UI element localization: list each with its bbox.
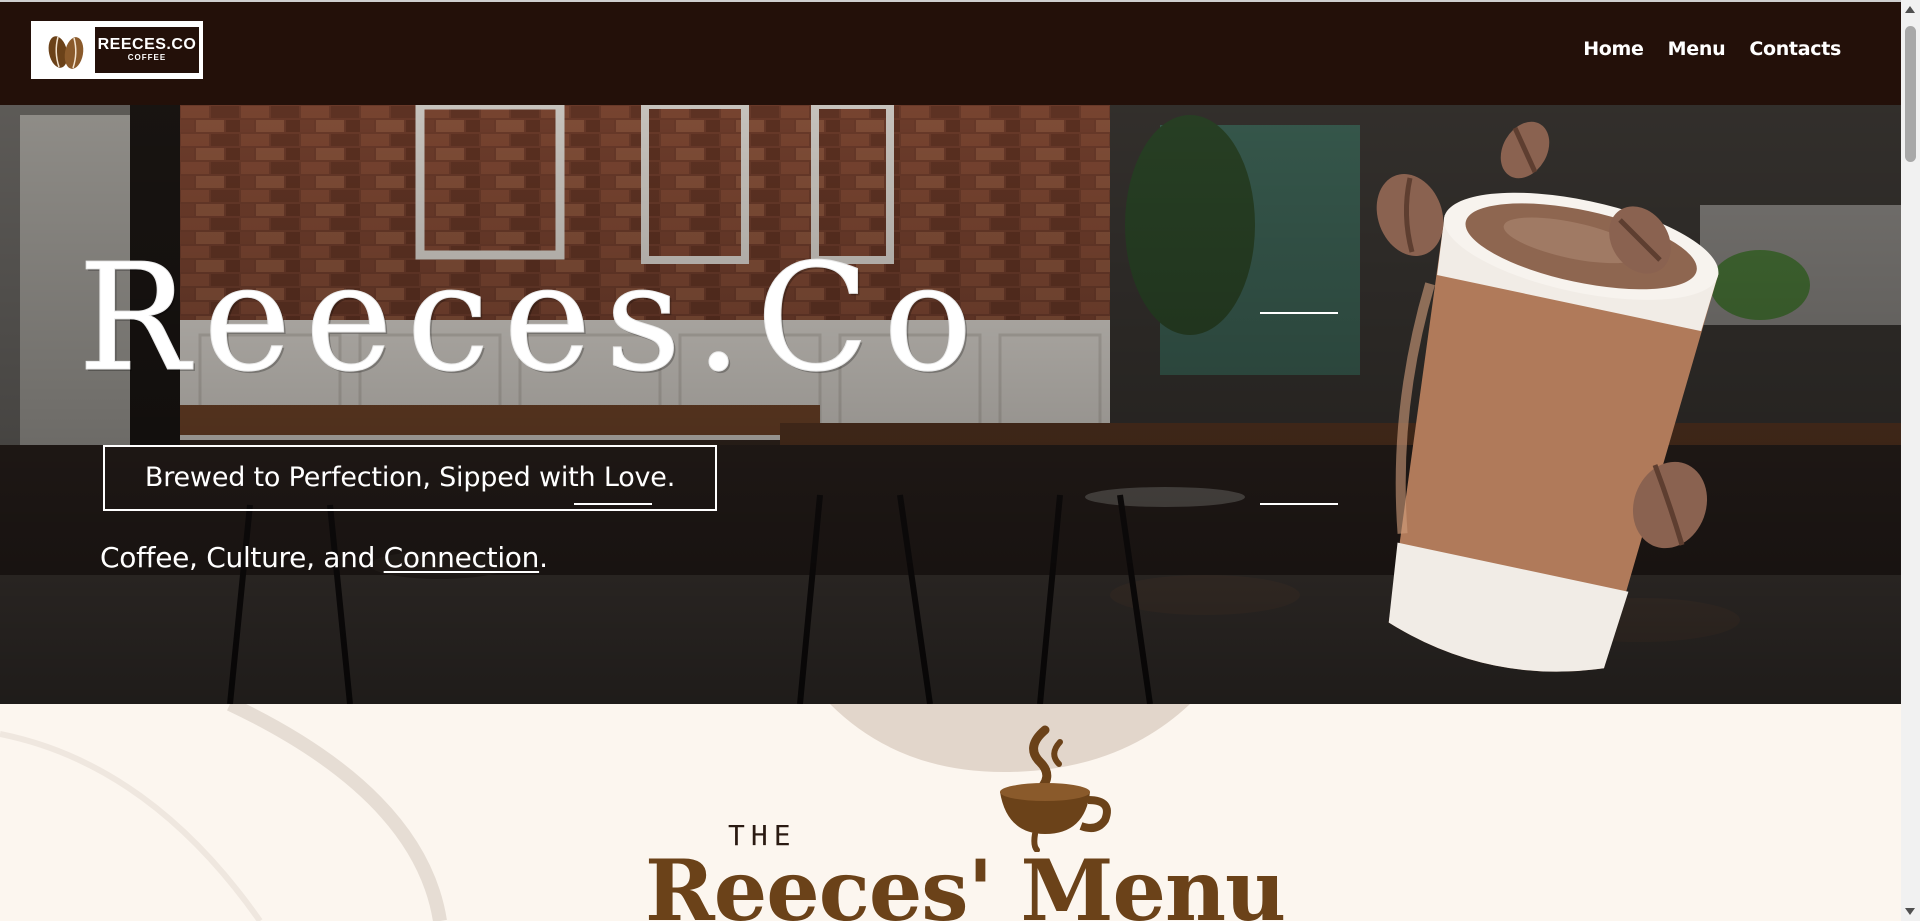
- scroll-up-icon[interactable]: [1905, 6, 1915, 13]
- scroll-down-icon[interactable]: [1905, 908, 1915, 915]
- brand-logo[interactable]: REECES.CO COFFEE: [31, 21, 203, 79]
- hero-title: Reeces.Co: [77, 232, 987, 404]
- hero-section: Reeces.Co Brewed to Perfection, Sipped w…: [0, 105, 1901, 704]
- logo-subtitle: COFFEE: [127, 53, 167, 62]
- navbar: REECES.CO COFFEE Home Menu Contacts: [0, 0, 1901, 105]
- subline-period: .: [539, 541, 548, 574]
- coffee-beans-icon: [48, 36, 84, 69]
- nav-link-home[interactable]: Home: [1583, 38, 1644, 60]
- logo-title: REECES.CO: [97, 36, 197, 53]
- hero-subline: Coffee, Culture, and Connection.: [100, 541, 548, 574]
- decorative-line-top: [1260, 312, 1338, 314]
- coffee-cup-with-beans-icon: [1376, 121, 1719, 672]
- menu-heading: Reeces' Menu: [645, 841, 1286, 921]
- page-scrollbar[interactable]: [1901, 0, 1920, 921]
- nav-link-contacts[interactable]: Contacts: [1749, 38, 1841, 60]
- menu-section: THE Reeces' Menu: [0, 704, 1901, 921]
- tagline-underline-decoration: [574, 503, 652, 505]
- steaming-coffee-cup-icon: [1000, 725, 1111, 852]
- hero-tagline: Brewed to Perfection, Sipped with Love.: [103, 445, 717, 511]
- logo-wordmark: REECES.CO COFFEE: [95, 27, 199, 73]
- connection-link[interactable]: Connection: [384, 541, 540, 574]
- decorative-line-bottom: [1260, 503, 1338, 505]
- main-nav: Home Menu Contacts: [1583, 38, 1841, 60]
- subline-text: Coffee, Culture, and: [100, 541, 384, 574]
- scrollbar-thumb[interactable]: [1905, 26, 1916, 162]
- nav-link-menu[interactable]: Menu: [1668, 38, 1726, 60]
